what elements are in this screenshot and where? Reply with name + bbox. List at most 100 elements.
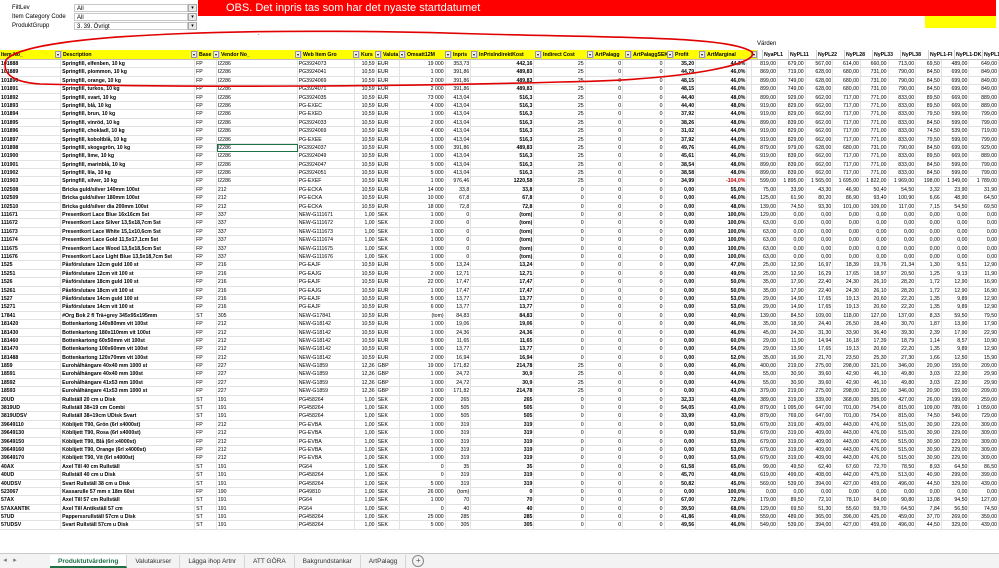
table-cell[interactable]: 0,00 — [969, 252, 999, 262]
table-cell[interactable]: 3819UDSV — [0, 412, 62, 421]
table-cell[interactable]: NEW-G111675 — [297, 244, 355, 253]
table-cell[interactable]: 0 — [585, 135, 624, 144]
table-cell[interactable]: 265 — [471, 395, 535, 405]
table-cell[interactable]: 48,0% — [696, 93, 748, 102]
table-cell[interactable]: 101896 — [0, 127, 62, 136]
table-cell[interactable]: Rullställ 38+19 cm Combi — [61, 404, 196, 413]
table-cell[interactable]: 44,50 — [916, 479, 942, 488]
table-cell[interactable]: PG458264 — [297, 513, 355, 522]
table-cell[interactable]: 833,00 — [888, 110, 917, 119]
table-cell[interactable]: 2,39 — [916, 328, 942, 337]
table-cell[interactable]: 28,20 — [888, 286, 917, 295]
table-cell[interactable]: PG-EXEE — [297, 135, 355, 144]
table-cell[interactable]: 489,00 — [778, 513, 806, 522]
table-cell[interactable]: 10,59 — [354, 278, 377, 287]
table-cell[interactable]: ST — [195, 479, 217, 488]
table-cell[interactable]: 0,00 — [888, 252, 917, 262]
table-cell[interactable]: 0 — [623, 185, 665, 195]
table-cell[interactable]: 25 — [534, 76, 586, 86]
table-cell[interactable]: 212 — [216, 420, 298, 430]
table-cell[interactable]: 365,00 — [805, 513, 834, 522]
table-cell[interactable]: 929,00 — [969, 143, 999, 153]
table-cell[interactable]: 25 — [534, 177, 586, 186]
table-cell[interactable]: 1 000 — [400, 454, 446, 463]
table-cell[interactable]: 53,0% — [696, 454, 748, 463]
table-cell[interactable]: 1 000 — [400, 496, 446, 505]
table-cell[interactable]: 37,92 — [664, 110, 697, 119]
table-cell[interactable]: 679,00 — [752, 429, 778, 438]
table-cell[interactable]: 72,0% — [696, 496, 748, 505]
table-cell[interactable]: 5 000 — [400, 160, 446, 170]
table-cell[interactable]: 49,0% — [696, 269, 748, 279]
table-cell[interactable]: 90,80 — [888, 496, 917, 505]
table-cell[interactable]: 35 — [471, 462, 535, 472]
table-cell[interactable]: PG458264 — [297, 479, 355, 488]
table-cell[interactable]: 69,50 — [778, 504, 806, 514]
table-cell[interactable]: 0,00 — [833, 487, 861, 497]
table-cell[interactable]: 889,00 — [969, 101, 999, 111]
table-cell[interactable]: 35 — [445, 462, 472, 472]
table-cell[interactable]: 0 — [534, 496, 586, 505]
table-cell[interactable]: 717,00 — [833, 127, 861, 136]
table-cell[interactable]: 0 — [585, 412, 624, 421]
table-cell[interactable]: ST — [195, 462, 217, 472]
table-cell[interactable]: 40UDSV — [0, 479, 62, 488]
table-cell[interactable]: EUR — [376, 85, 401, 94]
table-cell[interactable]: EUR — [376, 286, 401, 295]
table-cell[interactable]: 191 — [216, 496, 298, 505]
table-cell[interactable]: 0 — [585, 320, 624, 329]
table-cell[interactable]: 17,65 — [833, 269, 861, 279]
table-cell[interactable]: 337 — [216, 211, 298, 220]
table-cell[interactable]: PG-ECKA — [297, 202, 355, 212]
table-cell[interactable]: 19 000 — [400, 60, 446, 69]
table-cell[interactable]: 0 — [623, 110, 665, 119]
table-cell[interactable]: 111673 — [0, 227, 62, 237]
table-cell[interactable]: 699,00 — [941, 68, 970, 77]
table-cell[interactable]: 0 — [585, 429, 624, 438]
table-cell[interactable]: 1526 — [0, 278, 62, 287]
table-cell[interactable]: 1 000 — [400, 445, 446, 455]
table-cell[interactable]: 40UD — [0, 471, 62, 480]
table-cell[interactable]: 699,00 — [941, 76, 970, 86]
table-cell[interactable]: 117,00 — [888, 202, 917, 212]
table-cell[interactable]: 679,00 — [752, 445, 778, 455]
table-cell[interactable]: 26,00 — [916, 395, 942, 405]
table-cell[interactable]: 214,78 — [471, 362, 535, 371]
table-cell[interactable]: 14,90 — [778, 294, 806, 304]
table-cell[interactable]: 5 000 — [400, 521, 446, 530]
table-cell[interactable]: 427,00 — [833, 521, 861, 530]
table-cell[interactable]: 619,00 — [752, 471, 778, 480]
table-cell[interactable]: 523067 — [0, 487, 62, 497]
table-cell[interactable]: 48,0% — [696, 471, 748, 480]
table-cell[interactable]: 0 — [623, 127, 665, 136]
column-header[interactable]: ArtPalagg ▾ — [594, 50, 632, 60]
table-cell[interactable]: 181488 — [0, 353, 62, 363]
table-cell[interactable]: 49,50 — [778, 462, 806, 472]
table-cell[interactable]: 0 — [534, 194, 586, 203]
table-cell[interactable]: 48,0% — [696, 118, 748, 128]
pivot-table[interactable]: Item No_ ▾ Description ▾ Base ▾ Vendor No_ ▾ Web… — [0, 50, 999, 551]
table-cell[interactable]: 35,00 — [752, 320, 778, 329]
table-cell[interactable]: 39649130 — [0, 429, 62, 438]
table-cell[interactable]: 17841 — [0, 311, 62, 321]
table-cell[interactable]: 0 — [585, 445, 624, 455]
table-cell[interactable]: 16,29 — [805, 269, 834, 279]
table-cell[interactable]: PG3924047 — [297, 160, 355, 170]
table-cell[interactable]: 662,00 — [805, 101, 834, 111]
table-cell[interactable]: 628,00 — [805, 85, 834, 94]
table-cell[interactable]: PG-EXED — [297, 110, 355, 119]
table-cell[interactable]: 599,00 — [941, 135, 970, 144]
table-cell[interactable]: 17,90 — [778, 278, 806, 287]
table-cell[interactable]: 0 — [585, 60, 624, 69]
table-cell[interactable]: 321,00 — [860, 362, 889, 371]
table-cell[interactable]: 25 — [534, 127, 586, 136]
table-cell[interactable]: 0 — [585, 513, 624, 522]
table-cell[interactable]: 212 — [216, 320, 298, 329]
table-cell[interactable]: 701,00 — [833, 404, 861, 413]
table-cell[interactable]: 46,0% — [696, 320, 748, 329]
table-cell[interactable]: 0,00 — [664, 185, 697, 195]
table-cell[interactable]: 0,00 — [860, 219, 889, 228]
table-cell[interactable]: 229,00 — [941, 437, 970, 446]
table-cell[interactable]: 1 000 — [400, 387, 446, 396]
table-cell[interactable]: 101891 — [0, 85, 62, 94]
